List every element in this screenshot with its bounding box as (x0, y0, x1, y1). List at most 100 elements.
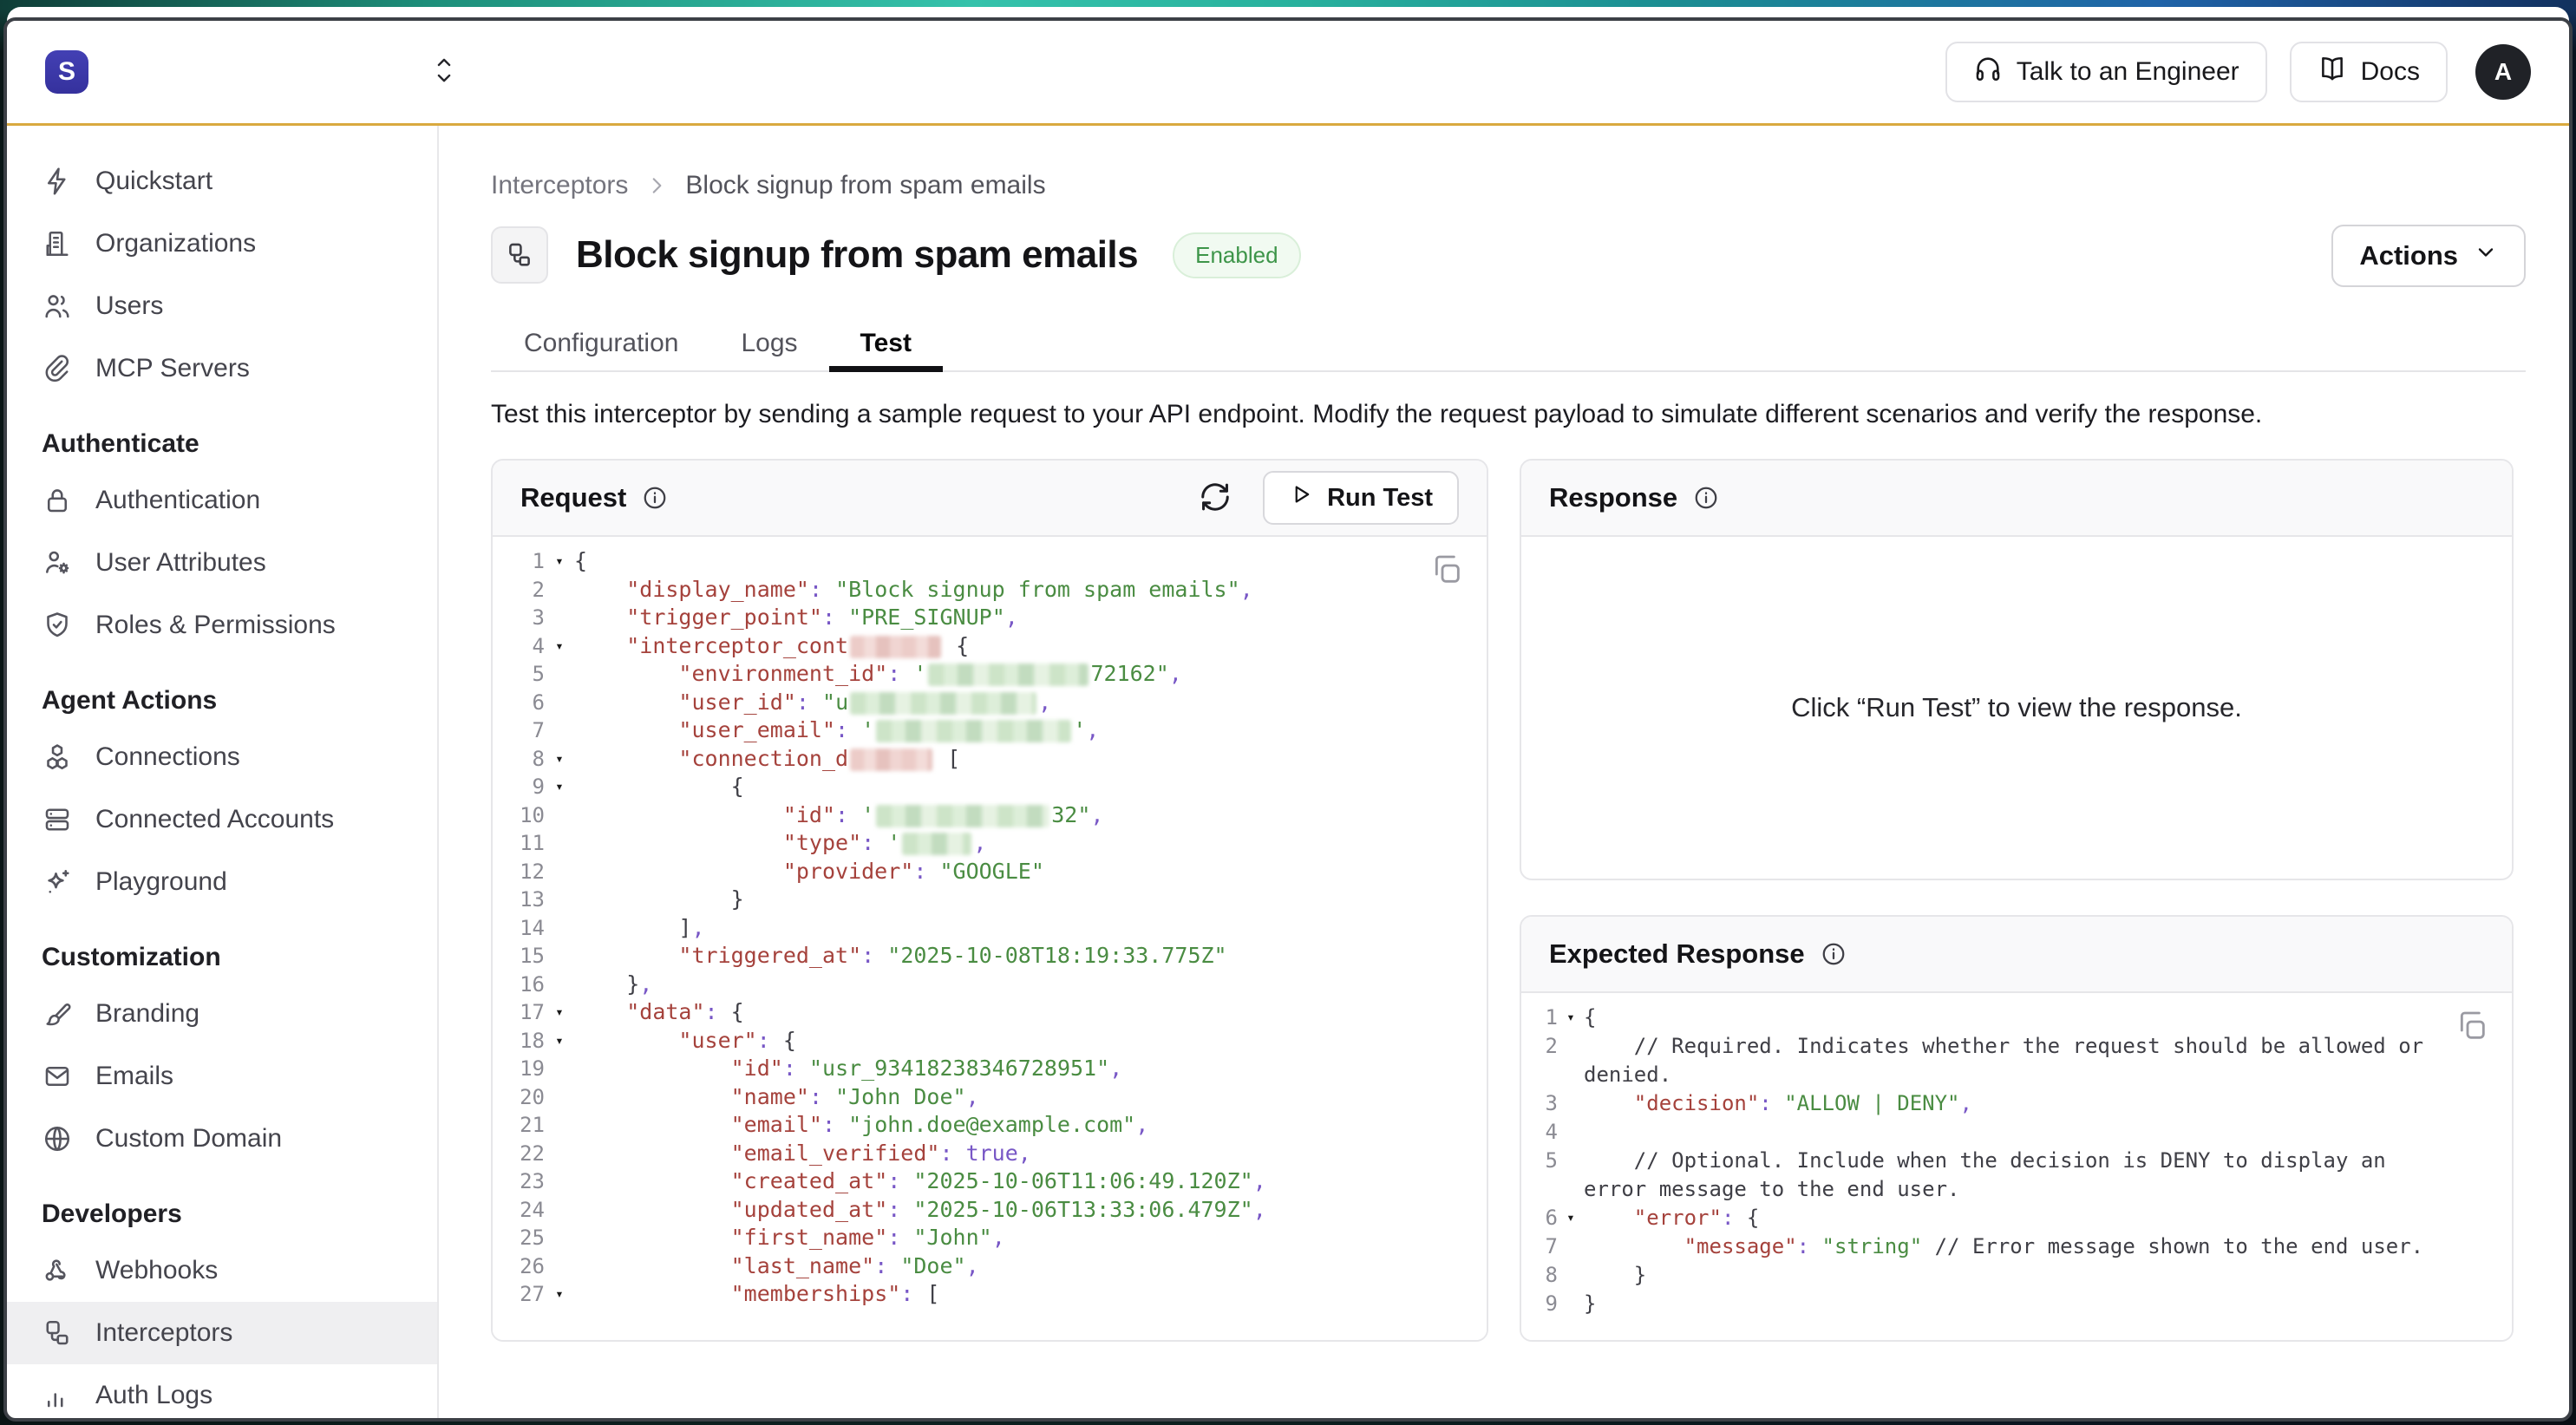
line-number: 15 (503, 942, 545, 971)
line-number: 12 (503, 858, 545, 886)
sidebar-item-mcp-servers[interactable]: MCP Servers (7, 337, 437, 400)
sidebar-item-label: Webhooks (95, 1256, 218, 1285)
fold-toggle-icon[interactable]: ▾ (545, 745, 574, 774)
code-line: 13 } (503, 886, 1487, 914)
response-empty-message: Click “Run Test” to view the response. (1521, 537, 2512, 879)
headphones-icon (1973, 54, 2003, 90)
docs-label: Docs (2361, 57, 2420, 87)
expected-response-panel: Expected Response 1▾{2 // Required. Indi… (1520, 915, 2514, 1342)
bar-chart-icon (42, 1380, 73, 1411)
fold-spacer (545, 660, 574, 689)
line-number: 4 (1528, 1118, 1558, 1147)
code-line: 27▾ "memberships": [ (503, 1280, 1487, 1309)
sidebar-item-label: Auth Logs (95, 1381, 212, 1410)
sidebar-item-label: Emails (95, 1062, 173, 1091)
line-number: 19 (503, 1055, 545, 1083)
sidebar-item-emails[interactable]: Emails (7, 1045, 437, 1108)
fold-toggle-icon[interactable]: ▾ (545, 998, 574, 1027)
fold-toggle-icon[interactable]: ▾ (1558, 1003, 1584, 1032)
avatar[interactable]: A (2475, 44, 2531, 100)
breadcrumb-parent[interactable]: Interceptors (491, 171, 628, 200)
line-number: 16 (503, 971, 545, 999)
sidebar-item-roles-permissions[interactable]: Roles & Permissions (7, 594, 437, 657)
sidebar-item-interceptors[interactable]: Interceptors (7, 1302, 437, 1364)
zap-icon (42, 166, 73, 197)
reset-request-button[interactable] (1199, 480, 1232, 516)
topbar: S Talk to an Engineer Docs A (7, 21, 2569, 126)
line-number: 14 (503, 914, 545, 943)
expected-response-code[interactable]: 1▾{2 // Required. Indicates whether the … (1521, 993, 2512, 1340)
fold-toggle-icon[interactable]: ▾ (545, 773, 574, 801)
test-description: Test this interceptor by sending a sampl… (491, 400, 2526, 429)
info-icon[interactable] (642, 485, 668, 511)
redacted-value (850, 636, 941, 658)
org-switcher-button[interactable] (431, 56, 457, 89)
sidebar-item-custom-domain[interactable]: Custom Domain (7, 1108, 437, 1170)
code-line: 1▾{ (503, 547, 1487, 576)
docs-button[interactable]: Docs (2290, 42, 2448, 102)
sidebar-section-developers: Developers (7, 1189, 437, 1239)
sidebar-section-authenticate: Authenticate (7, 419, 437, 469)
sidebar-item-branding[interactable]: Branding (7, 983, 437, 1045)
sidebar-item-webhooks[interactable]: Webhooks (7, 1239, 437, 1302)
fold-spacer (545, 576, 574, 605)
fold-spacer (545, 1252, 574, 1281)
lock-icon (42, 485, 73, 516)
tab-logs[interactable]: Logs (709, 317, 828, 370)
fold-toggle-icon[interactable]: ▾ (545, 632, 574, 661)
app-logo[interactable]: S (45, 50, 88, 94)
main-content: Interceptors Block signup from spam emai… (439, 126, 2569, 1418)
line-number: 18 (503, 1027, 545, 1056)
info-icon[interactable] (1693, 485, 1719, 511)
sidebar-item-user-attributes[interactable]: User Attributes (7, 532, 437, 594)
fold-spacer (545, 1196, 574, 1225)
sidebar: Quickstart OrganizationsUsersMCP Servers A… (7, 126, 439, 1418)
fold-spacer (545, 801, 574, 830)
code-line: 6▾ "error": { (1528, 1204, 2512, 1232)
webhook-icon (42, 1255, 73, 1286)
fold-toggle-icon[interactable]: ▾ (1558, 1204, 1584, 1232)
line-number: 22 (503, 1140, 545, 1168)
cubes-icon (42, 742, 73, 773)
redacted-value (876, 720, 1071, 742)
sidebar-item-users[interactable]: Users (7, 275, 437, 337)
info-icon[interactable] (1821, 941, 1847, 967)
sidebar-item-auth-logs[interactable]: Auth Logs (7, 1364, 437, 1418)
talk-to-engineer-button[interactable]: Talk to an Engineer (1945, 42, 2267, 102)
line-number: 5 (1528, 1147, 1558, 1204)
sidebar-item-playground[interactable]: Playground (7, 851, 437, 913)
code-line: 4▾ "interceptor_cont { (503, 632, 1487, 661)
tab-test[interactable]: Test (829, 317, 943, 370)
actions-button[interactable]: Actions (2331, 225, 2526, 287)
line-number: 26 (503, 1252, 545, 1281)
line-number: 17 (503, 998, 545, 1027)
fold-spacer (545, 914, 574, 943)
line-number: 4 (503, 632, 545, 661)
fold-toggle-icon[interactable]: ▾ (545, 1027, 574, 1056)
fold-toggle-icon[interactable]: ▾ (545, 1280, 574, 1309)
sidebar-item-organizations[interactable]: Organizations (7, 212, 437, 275)
response-panel-header: Response (1521, 461, 2512, 537)
line-number: 9 (1528, 1290, 1558, 1318)
fold-spacer (545, 1140, 574, 1168)
tab-configuration[interactable]: Configuration (493, 317, 709, 370)
fold-toggle-icon[interactable]: ▾ (545, 547, 574, 576)
sidebar-item-connected-accounts[interactable]: Connected Accounts (7, 788, 437, 851)
copy-icon[interactable] (2455, 1009, 2489, 1046)
chevron-down-icon (2474, 240, 2498, 271)
fold-spacer (545, 1055, 574, 1083)
sidebar-item-label: Branding (95, 999, 199, 1029)
sidebar-item-label: Quickstart (95, 167, 212, 196)
line-number: 20 (503, 1083, 545, 1112)
copy-icon[interactable] (1429, 552, 1464, 590)
code-line: 8▾ "connection_d [ (503, 745, 1487, 774)
request-code-editor[interactable]: 1▾{2 "display_name": "Block signup from … (493, 537, 1487, 1340)
code-line: 2 "display_name": "Block signup from spa… (503, 576, 1487, 605)
sidebar-item-quickstart[interactable]: Quickstart (7, 150, 437, 212)
shield-check-icon (42, 610, 73, 641)
fold-spacer (545, 1167, 574, 1196)
sidebar-section-customization: Customization (7, 932, 437, 983)
sidebar-item-connections[interactable]: Connections (7, 726, 437, 788)
sidebar-item-authentication[interactable]: Authentication (7, 469, 437, 532)
run-test-button[interactable]: Run Test (1263, 471, 1459, 525)
